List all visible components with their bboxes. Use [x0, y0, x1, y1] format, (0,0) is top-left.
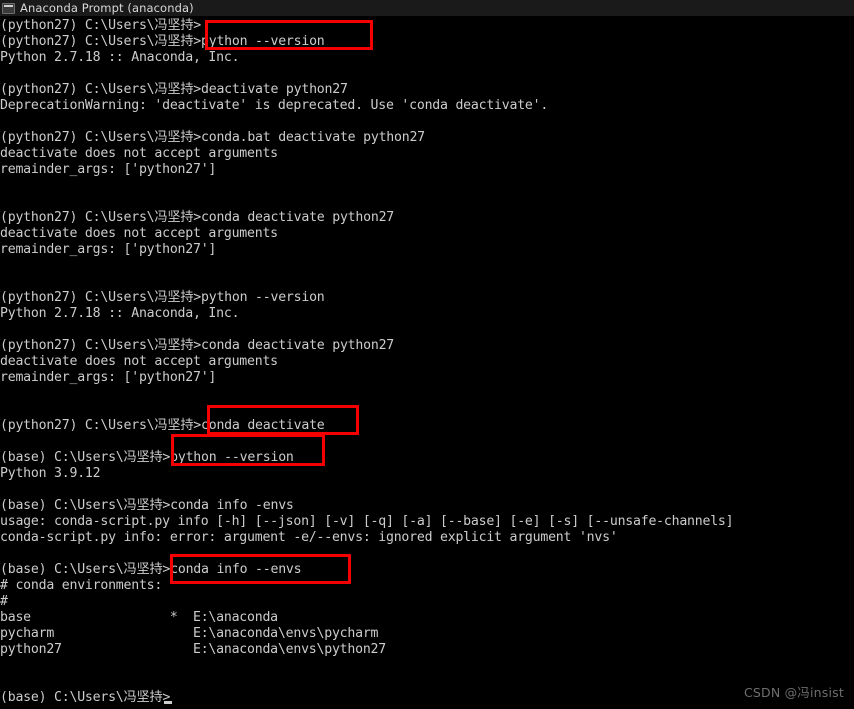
console-window-icon: [2, 2, 15, 14]
terminal-line: Python 3.9.12: [0, 466, 101, 481]
terminal-line: base * E:\anaconda: [0, 610, 278, 625]
terminal-line: deactivate does not accept arguments: [0, 226, 278, 241]
terminal-line: Python 2.7.18 :: Anaconda, Inc.: [0, 50, 240, 65]
terminal-line: conda-script.py info: error: argument -e…: [0, 530, 618, 545]
terminal-line: usage: conda-script.py info [-h] [--json…: [0, 514, 734, 529]
terminal-line: (python27) C:\Users\冯坚持>deactivate pytho…: [0, 82, 348, 97]
terminal-line: (python27) C:\Users\冯坚持>conda deactivate: [0, 418, 325, 433]
terminal-line: remainder_args: ['python27']: [0, 370, 217, 385]
watermark: CSDN @冯insist: [743, 685, 844, 700]
terminal-line: (python27) C:\Users\冯坚持>conda.bat deacti…: [0, 130, 425, 145]
terminal-line: remainder_args: ['python27']: [0, 242, 217, 257]
terminal-line: (base) C:\Users\冯坚持>conda info -envs: [0, 498, 294, 513]
terminal-line: (python27) C:\Users\冯坚持>: [0, 18, 202, 33]
terminal-line: pycharm E:\anaconda\envs\pycharm: [0, 626, 379, 641]
terminal-line: (python27) C:\Users\冯坚持>python --version: [0, 34, 325, 49]
terminal-line: #: [0, 594, 8, 609]
terminal-line: python27 E:\anaconda\envs\python27: [0, 642, 386, 657]
text-cursor: [163, 701, 172, 704]
window-title: Anaconda Prompt (anaconda): [20, 1, 194, 15]
terminal-line: (base) C:\Users\冯坚持>: [0, 690, 171, 705]
title-bar[interactable]: Anaconda Prompt (anaconda): [0, 0, 854, 16]
terminal-line: (python27) C:\Users\冯坚持>python --version: [0, 290, 325, 305]
terminal-line: Python 2.7.18 :: Anaconda, Inc.: [0, 306, 240, 321]
terminal-line: deactivate does not accept arguments: [0, 146, 278, 161]
terminal-line: (base) C:\Users\冯坚持>conda info --envs: [0, 562, 302, 577]
anaconda-prompt-window: Anaconda Prompt (anaconda) (python27) C:…: [0, 0, 854, 709]
terminal-line: DeprecationWarning: 'deactivate' is depr…: [0, 98, 549, 113]
terminal-line: # conda environments:: [0, 578, 163, 593]
terminal-line: (base) C:\Users\冯坚持>python --version: [0, 450, 294, 465]
terminal-output[interactable]: (python27) C:\Users\冯坚持> (python27) C:\Us…: [0, 16, 854, 709]
terminal-line: (python27) C:\Users\冯坚持>conda deactivate…: [0, 338, 395, 353]
terminal-line: remainder_args: ['python27']: [0, 162, 217, 177]
terminal-line: (python27) C:\Users\冯坚持>conda deactivate…: [0, 210, 395, 225]
terminal-line: deactivate does not accept arguments: [0, 354, 278, 369]
